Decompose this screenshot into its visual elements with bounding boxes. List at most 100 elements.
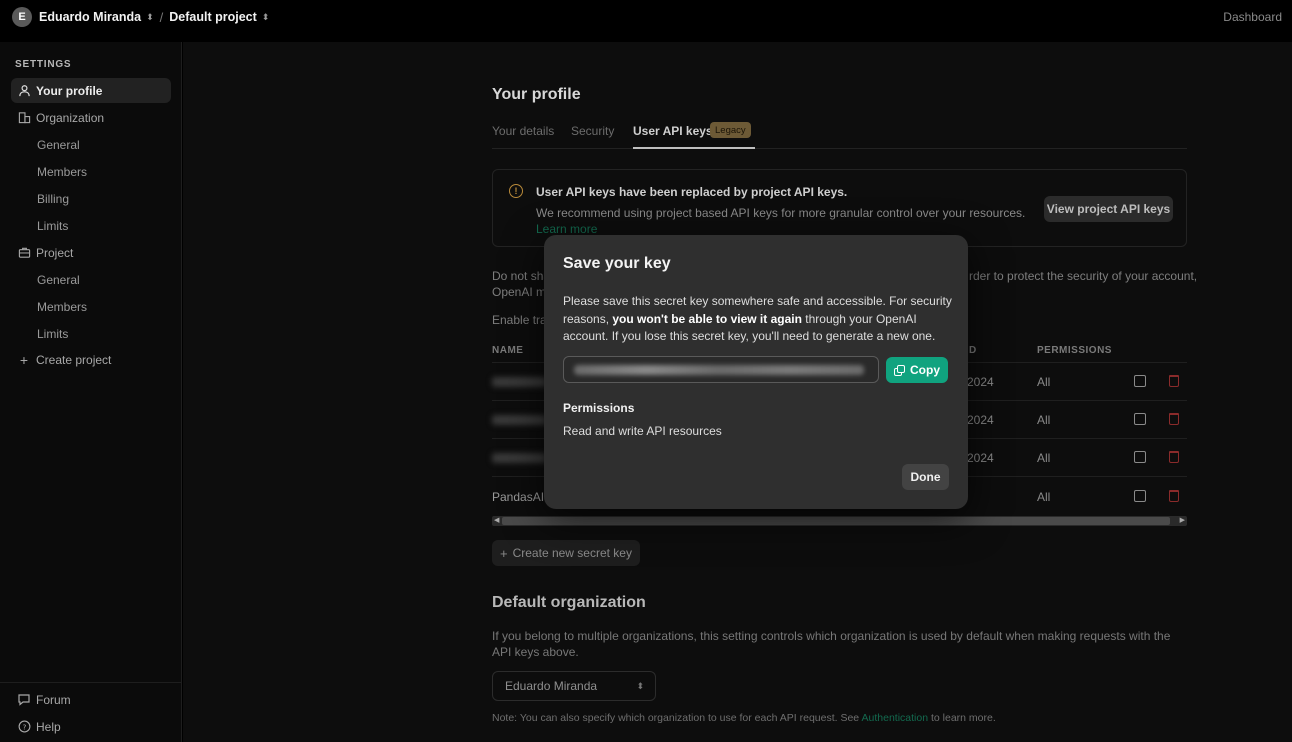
create-key-label: Create new secret key <box>512 546 632 560</box>
legacy-badge: Legacy <box>710 122 751 138</box>
sidebar-item-org-members[interactable]: Members <box>37 165 87 179</box>
table-cell-date: 2024 <box>967 451 994 465</box>
sidebar-item-label: Create project <box>36 352 112 367</box>
sidebar-item-your-profile[interactable]: Your profile <box>11 78 171 103</box>
table-cell-permissions: All <box>1037 490 1051 504</box>
profile-tabs: Your details Security User API keys Lega… <box>492 122 1187 149</box>
sidebar-item-org-billing[interactable]: Billing <box>37 192 69 206</box>
plus-icon: + <box>19 351 29 368</box>
selected-org: Eduardo Miranda <box>505 679 598 693</box>
horizontal-scrollbar[interactable]: ◀ ▶ <box>492 516 1187 526</box>
sidebar-item-org-limits[interactable]: Limits <box>37 219 68 233</box>
sidebar-item-org-general[interactable]: General <box>37 138 80 152</box>
create-project-button[interactable]: + Create project <box>11 347 171 372</box>
edit-icon[interactable] <box>1134 413 1146 425</box>
avatar[interactable]: E <box>12 7 32 27</box>
authentication-link[interactable]: Authentication <box>862 712 929 724</box>
org-note: Note: You can also specify which organiz… <box>492 712 996 724</box>
edit-icon[interactable] <box>1134 375 1146 387</box>
chevron-updown-icon[interactable]: ⬍ <box>262 12 270 23</box>
project-switcher[interactable]: Default project <box>169 10 257 24</box>
modal-title: Save your key <box>563 255 671 272</box>
warning-text-line2: OpenAI m <box>492 285 547 299</box>
edit-icon[interactable] <box>1134 490 1146 502</box>
top-bar: E Eduardo Miranda ⬍ / Default project ⬍ … <box>0 0 1292 34</box>
secret-key-field[interactable] <box>563 356 879 383</box>
view-project-api-keys-button[interactable]: View project API keys <box>1044 196 1173 222</box>
scrollbar-thumb[interactable] <box>502 517 1170 525</box>
default-org-select[interactable]: Eduardo Miranda ⬍ <box>492 671 656 701</box>
table-cell-date: 2024 <box>967 375 994 389</box>
copy-label: Copy <box>910 363 940 377</box>
tab-your-details[interactable]: Your details <box>492 124 554 138</box>
column-header-permissions: PERMISSIONS <box>1037 345 1112 356</box>
done-button[interactable]: Done <box>902 464 949 490</box>
redacted-secret-key <box>574 365 864 375</box>
sidebar: SETTINGS Your profile Organization Gener… <box>0 42 182 742</box>
sidebar-item-project-members[interactable]: Members <box>37 300 87 314</box>
redacted-key-name <box>492 453 547 463</box>
trash-icon[interactable] <box>1169 451 1179 463</box>
sidebar-item-forum[interactable]: Forum <box>11 687 171 712</box>
enable-tracking-text: Enable tra <box>492 313 547 327</box>
sidebar-item-label: Forum <box>36 692 71 707</box>
sidebar-item-label: Your profile <box>36 83 103 98</box>
sidebar-item-project[interactable]: Project <box>11 240 171 265</box>
create-new-secret-key-button[interactable]: + Create new secret key <box>492 540 640 566</box>
sidebar-item-label: Organization <box>36 110 105 125</box>
edit-icon[interactable] <box>1134 451 1146 463</box>
table-cell-name: PandasAI <box>492 490 545 504</box>
sidebar-item-project-limits[interactable]: Limits <box>37 327 68 341</box>
copy-button[interactable]: Copy <box>886 357 948 383</box>
sidebar-item-label: Project <box>36 245 74 260</box>
copy-icon <box>894 364 905 376</box>
default-org-description: If you belong to multiple organizations,… <box>492 629 1171 659</box>
breadcrumb-separator: / <box>159 9 164 25</box>
user-switcher[interactable]: Eduardo Miranda <box>39 10 141 24</box>
person-icon <box>17 84 31 98</box>
save-key-modal: Save your key Please save this secret ke… <box>544 235 968 509</box>
sidebar-item-help[interactable]: ? Help <box>11 714 171 739</box>
table-cell-permissions: All <box>1037 375 1051 389</box>
table-cell-date: 2024 <box>967 413 994 427</box>
permissions-value: Read and write API resources <box>563 424 722 438</box>
sidebar-item-label: Help <box>36 719 61 734</box>
sidebar-item-organization[interactable]: Organization <box>11 105 171 130</box>
sidebar-item-project-general[interactable]: General <box>37 273 80 287</box>
notice-text: We recommend using project based API key… <box>536 206 1026 236</box>
page-title: Your profile <box>492 86 581 103</box>
warning-text-right: rder to protect the security of your acc… <box>969 269 1198 283</box>
tab-security[interactable]: Security <box>571 124 614 138</box>
info-icon: ! <box>509 184 523 198</box>
tab-user-api-keys[interactable]: User API keys <box>633 124 713 138</box>
modal-warning-bold: you won't be able to view it again <box>612 311 802 326</box>
active-tab-indicator <box>633 147 755 149</box>
default-org-title: Default organization <box>492 594 646 611</box>
warning-text: Do not sha <box>492 269 551 283</box>
scroll-right-icon[interactable]: ▶ <box>1180 516 1185 524</box>
table-cell-permissions: All <box>1037 451 1051 465</box>
scroll-left-icon[interactable]: ◀ <box>494 516 499 524</box>
sidebar-heading: SETTINGS <box>15 59 72 70</box>
dashboard-link[interactable]: Dashboard <box>1223 10 1282 24</box>
sidebar-divider <box>0 682 182 683</box>
building-icon <box>17 111 31 125</box>
learn-more-link[interactable]: Learn more <box>536 222 597 236</box>
table-cell-permissions: All <box>1037 413 1051 427</box>
plus-icon: + <box>500 545 508 561</box>
briefcase-icon <box>17 246 31 260</box>
redacted-key-name <box>492 415 547 425</box>
trash-icon[interactable] <box>1169 413 1179 425</box>
redacted-key-name <box>492 377 547 387</box>
help-circle-icon: ? <box>17 720 31 734</box>
svg-text:?: ? <box>22 722 26 731</box>
chevron-updown-icon[interactable]: ⬍ <box>146 12 154 23</box>
notice-title: User API keys have been replaced by proj… <box>536 185 848 199</box>
modal-description: Please save this secret key somewhere sa… <box>563 294 952 343</box>
trash-icon[interactable] <box>1169 375 1179 387</box>
chevron-updown-icon: ⬍ <box>636 680 644 691</box>
chat-bubble-icon <box>17 693 31 707</box>
column-header-name: NAME <box>492 345 524 356</box>
trash-icon[interactable] <box>1169 490 1179 502</box>
permissions-heading: Permissions <box>563 401 635 415</box>
